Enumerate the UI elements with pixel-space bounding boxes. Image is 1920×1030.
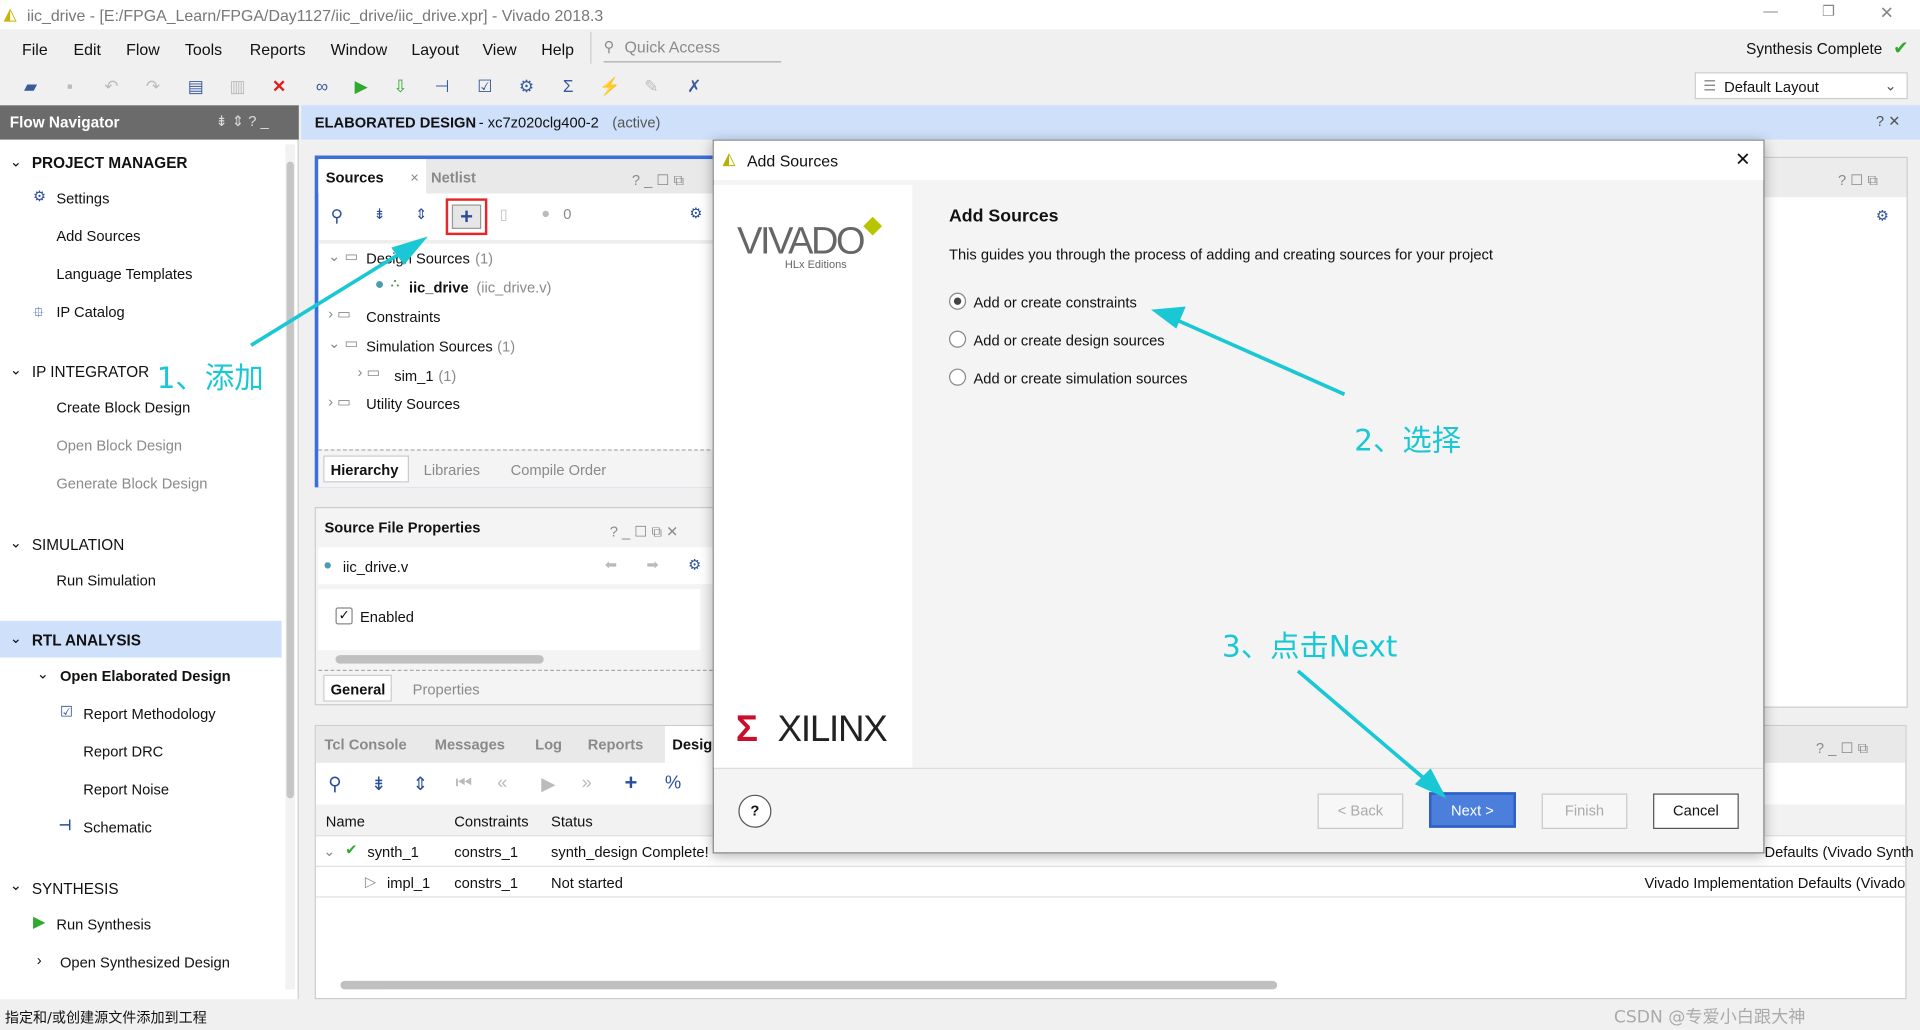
annotation-add: 1、添加 [156, 361, 264, 396]
arrow-head [391, 236, 428, 266]
annotation-arrows [250, 236, 1447, 799]
annotation-next: 3、点击Next [1222, 629, 1398, 664]
annotation-select: 2、选择 [1354, 423, 1462, 458]
arrow-add [250, 249, 406, 347]
vivado-window: ◭ iic_drive - [E:/FPGA_Learn/FPGA/Day112… [0, 0, 1920, 1030]
arrow-head [1151, 306, 1186, 329]
arrow-select [1172, 316, 1346, 396]
arrow-next [1296, 669, 1432, 786]
